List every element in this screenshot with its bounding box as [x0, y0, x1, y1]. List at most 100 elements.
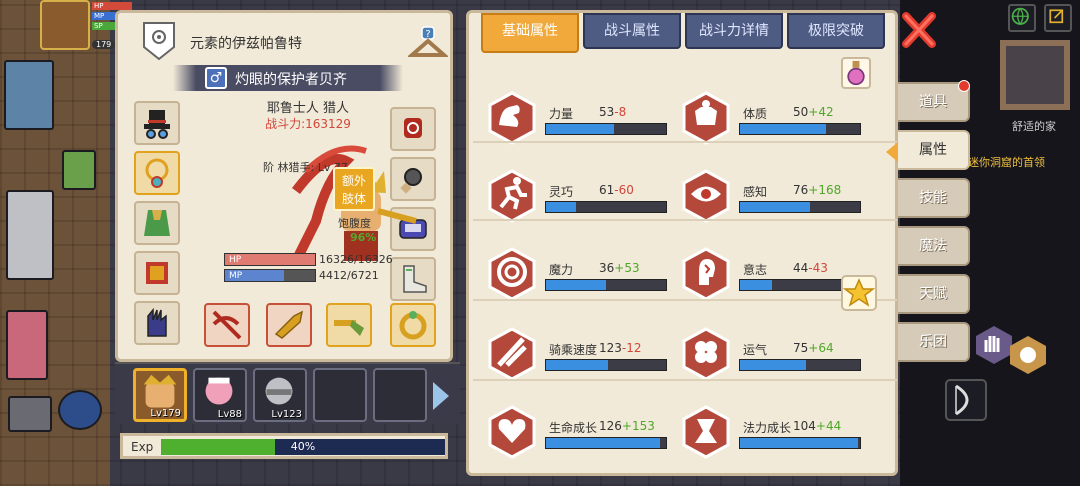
attribute-divider	[473, 299, 897, 301]
mp-value: 4412/6721	[319, 269, 379, 282]
attribute-value: 104+44	[793, 419, 842, 433]
attribute-value: 76+168	[793, 183, 842, 197]
title-emblem-icon[interactable]	[140, 21, 178, 61]
side-menu-label: 魔法	[919, 238, 947, 254]
attribute-value: 36+53	[599, 261, 640, 275]
weapon-slot-ring[interactable]	[390, 303, 436, 347]
attribute-name: 魔力	[549, 263, 574, 277]
attribute-value: 75+64	[793, 341, 834, 355]
attribute-value: 50+42	[793, 105, 834, 119]
player-hud[interactable]: HP MP SP 179	[40, 0, 132, 52]
necklace-icon	[145, 158, 169, 188]
equip-slot-armor[interactable]	[134, 251, 180, 295]
constitution-body-icon	[682, 91, 730, 145]
exp-label: Exp	[131, 440, 154, 454]
gold-ring-icon	[399, 311, 427, 340]
side-menu-attributes[interactable]: 属性	[886, 130, 970, 170]
player-avatar[interactable]	[40, 0, 90, 50]
weapon-slot-bow[interactable]	[204, 303, 250, 347]
pointer-arrow-icon	[886, 142, 898, 162]
side-menu-items[interactable]: 道具	[898, 80, 970, 122]
pet-slot[interactable]: Lv88	[193, 368, 247, 422]
attribute-value: 126+153	[599, 419, 655, 433]
riding-speed-icon	[488, 327, 536, 381]
hp-value: 16326/16326	[319, 253, 393, 266]
star-icon[interactable]	[841, 275, 877, 311]
combat-power-label: 战斗力:163129	[265, 117, 351, 131]
name-banner: ♂ 灼眼的保护者贝齐	[173, 65, 403, 91]
attribute-bar	[739, 359, 861, 371]
exit-icon[interactable]	[1044, 4, 1072, 32]
attribute-row[interactable]: 感知 76+168	[681, 169, 873, 223]
pet-selector: Lv179 Lv88 Lv123	[115, 362, 460, 424]
magic-spiral-icon	[488, 247, 536, 301]
extra-limb-button[interactable]: 额外 肢体	[333, 167, 375, 211]
hp-label: HP	[229, 255, 242, 265]
side-menu-talents[interactable]: 天赋	[898, 274, 970, 314]
equip-slot-head[interactable]	[134, 101, 180, 145]
potion-icon[interactable]	[841, 57, 871, 89]
cloak-icon	[144, 210, 170, 236]
globe-icon[interactable]	[1008, 4, 1036, 32]
life-growth-heart-icon	[488, 405, 536, 459]
attribute-value: 53-8	[599, 105, 627, 119]
attribute-row[interactable]: 魔力 36+53	[487, 247, 679, 301]
pet-slot[interactable]: Lv179	[133, 368, 187, 422]
side-menu-skills[interactable]: 技能	[898, 178, 970, 218]
top-hat-icon	[144, 110, 170, 139]
weapon-slot-horn[interactable]	[266, 303, 312, 347]
side-menu-magic[interactable]: 魔法	[898, 226, 970, 266]
attribute-row[interactable]: 法力成长 104+44	[681, 405, 873, 459]
attribute-row[interactable]: 生命成长 126+153	[487, 405, 679, 459]
attribute-bar	[545, 201, 667, 213]
tab-combat-attributes[interactable]: 战斗属性	[583, 13, 681, 49]
tab-power-details[interactable]: 战斗力详情	[685, 13, 783, 49]
exp-bar: 40%	[161, 439, 445, 455]
pet-level: Lv123	[271, 409, 302, 420]
weapon-slot-gun[interactable]	[326, 303, 372, 347]
pet-slot-empty[interactable]	[313, 368, 367, 422]
side-menu-label: 天赋	[919, 286, 947, 302]
attribute-row[interactable]: 力量 53-8	[487, 91, 679, 145]
pet-slot-empty[interactable]	[373, 368, 427, 422]
equip-slot-neck[interactable]	[134, 151, 180, 195]
equip-slot-gloves[interactable]	[134, 301, 180, 345]
pet-slot[interactable]: Lv123	[253, 368, 307, 422]
armor-icon	[146, 262, 168, 284]
hp-bar: HP	[224, 253, 316, 266]
attribute-value: 123-12	[599, 341, 642, 355]
side-menu-band[interactable]: 乐团	[898, 322, 970, 362]
equip-slot-body[interactable]	[134, 201, 180, 245]
attribute-row[interactable]: 运气 75+64	[681, 327, 873, 381]
pet-level: Lv179	[150, 408, 181, 419]
attribute-tabs: 基础属性 战斗属性 战斗力详情 极限突破	[479, 13, 891, 53]
emote-icon[interactable]	[1006, 332, 1050, 376]
exp-percent: 40%	[290, 440, 316, 453]
tab-limit-break[interactable]: 极限突破	[787, 13, 885, 49]
attribute-bar	[739, 437, 861, 449]
attribute-divider	[473, 219, 897, 221]
crossbow-icon	[212, 310, 242, 340]
attribute-name: 骑乘速度	[549, 343, 598, 357]
side-menu-label: 道具	[919, 94, 947, 110]
attribute-panel: 基础属性 战斗属性 战斗力详情 极限突破 力量 53-8 体质 50+42 灵巧 61-6…	[466, 10, 898, 476]
attribute-row[interactable]: 灵巧 61-60	[487, 169, 679, 223]
gender-icon: ♂	[205, 67, 227, 89]
attribute-value: 44-43	[793, 261, 828, 275]
mp-bar: MP	[224, 269, 316, 282]
attribute-bar	[739, 201, 861, 213]
attribute-name: 运气	[743, 343, 768, 357]
character-panel: 元素的伊兹帕鲁特 ? ♂ 灼眼的保护者贝齐 耶鲁士人 猎人 战斗力:163129	[115, 10, 453, 362]
close-icon[interactable]	[900, 10, 938, 50]
player-level-badge: 179	[92, 40, 116, 49]
attribute-row[interactable]: 体质 50+42	[681, 91, 873, 145]
pet-scroll-right-icon[interactable]	[433, 382, 449, 410]
attribute-name: 意志	[743, 263, 768, 277]
bow-skill-icon[interactable]	[944, 378, 988, 422]
quest-tracker[interactable]: 迷你洞窟的首领	[968, 154, 1045, 170]
hanger-icon[interactable]: ?	[408, 25, 448, 61]
tab-basic-attributes[interactable]: 基础属性	[481, 13, 579, 53]
attribute-row[interactable]: 骑乘速度 123-12	[487, 327, 679, 381]
exp-panel: Exp 40%	[120, 433, 448, 459]
attribute-name: 体质	[743, 107, 768, 121]
